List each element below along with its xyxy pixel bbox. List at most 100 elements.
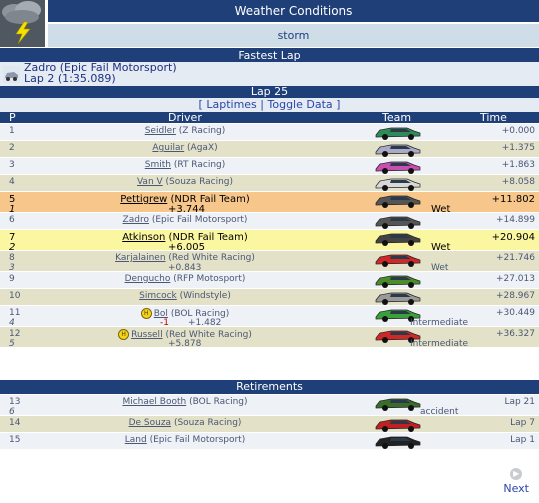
next-label: Next [503, 482, 529, 495]
driver-cell: Michael Booth (BOL Racing) [0, 397, 370, 407]
time-value: +11.802 [491, 194, 535, 205]
col-driver: Driver [168, 111, 202, 124]
driver-cell: Land (Epic Fail Motorsport) [0, 435, 370, 445]
table-row: 5 Pettigrew (NDR Fail Team) +11.802 1 +3.744… [0, 192, 539, 215]
table-row: 7 Atkinson (NDR Fail Team) +20.904 2 +6.005 W… [0, 230, 539, 253]
laptimes-link[interactable]: Laptimes [206, 98, 256, 111]
time-value: Lap 1 [510, 435, 535, 445]
team-car-icon [375, 398, 421, 411]
weather-title: Weather Conditions [48, 0, 539, 22]
driver-link[interactable]: De Souza [129, 418, 172, 428]
table-row: 10 Simcock (Windstyle) +28.967 [0, 289, 539, 305]
time-value: Lap 7 [510, 418, 535, 428]
driver-link[interactable]: Smith [145, 160, 171, 170]
team-car-icon [375, 436, 421, 449]
time-value: +1.863 [501, 160, 535, 170]
col-position: P [9, 111, 16, 124]
table-row: 15 Land (Epic Fail Motorsport) Lap 1 [0, 433, 539, 449]
driver-link[interactable]: Simcock [139, 291, 177, 301]
driver-cell: Zadro (Epic Fail Motorsport) [0, 215, 370, 225]
team-car-icon [375, 292, 421, 305]
driver-cell: H Bol (BOL Racing) [0, 308, 370, 319]
team-car-icon [375, 161, 421, 174]
weather-value: storm [48, 24, 539, 47]
driver-link[interactable]: Russell [131, 330, 162, 340]
driver-link[interactable]: Van V [137, 177, 163, 187]
lap-title: Lap 25 [0, 86, 539, 98]
driver-cell: De Souza (Souza Racing) [0, 418, 370, 428]
driver-link[interactable]: Aguilar [152, 143, 184, 153]
time-value: +28.967 [495, 291, 535, 301]
table-row: 8 Karjalainen (Red White Racing) +21.746 3 +… [0, 251, 539, 273]
team-name: (Red White Racing) [168, 253, 255, 263]
driver-link[interactable]: Seidler [145, 126, 176, 136]
time-value: +30.449 [495, 308, 535, 318]
next-arrow-icon: ▶ [510, 468, 523, 480]
lap-toolbar: [ Laptimes | Toggle Data ] [0, 98, 539, 112]
table-row: 14 De Souza (Souza Racing) Lap 7 [0, 416, 539, 432]
team-name: (RFP Motosport) [173, 274, 246, 284]
table-row: 12 H Russell (Red White Racing) +36.327 5 +5.… [0, 327, 539, 349]
table-row: 3 Smith (RT Racing) +1.863 [0, 158, 539, 174]
driver-cell: Van V (Souza Racing) [0, 177, 370, 187]
team-name: (Epic Fail Motorsport) [151, 215, 248, 225]
team-name: (RT Racing) [173, 160, 226, 170]
team-car-icon [375, 195, 421, 208]
driver-link[interactable]: Land [125, 435, 147, 445]
col-time: Time [480, 111, 507, 124]
class-gap: +5.878 [168, 339, 202, 349]
team-name: (AgaX) [187, 143, 218, 153]
team-car-icon [375, 178, 421, 191]
stopwatch-car-icon [3, 66, 20, 83]
col-team: Team [382, 111, 412, 124]
driver-link[interactable]: Michael Booth [122, 397, 186, 407]
team-name: (BOL Racing) [189, 397, 248, 407]
driver-cell: Karjalainen (Red White Racing) [0, 253, 370, 263]
team-name: (Z Racing) [178, 126, 226, 136]
driver-cell: Seidler (Z Racing) [0, 126, 370, 136]
toggle-data-link[interactable]: Toggle Data [268, 98, 333, 111]
team-car-icon [375, 144, 421, 157]
table-row: 9 Dengucho (RFP Motosport) +27.013 [0, 272, 539, 288]
table-row: 11 H Bol (BOL Racing) +30.449 4 -1 +1.482 Inter… [0, 306, 539, 328]
table-row: 2 Aguilar (AgaX) +1.375 [0, 141, 539, 157]
team-car-icon [375, 275, 421, 288]
team-name: (Epic Fail Motorsport) [149, 435, 246, 445]
team-name: (Windstyle) [179, 291, 231, 301]
table-row: 4 Van V (Souza Racing) +8.058 [0, 175, 539, 191]
results-header: P Driver Team Time [0, 112, 539, 123]
driver-cell: Simcock (Windstyle) [0, 291, 370, 301]
weather-panel: Weather Conditions storm [0, 0, 539, 47]
driver-link[interactable]: Karjalainen [115, 253, 165, 263]
time-value: +20.904 [491, 232, 535, 243]
driver-cell: Aguilar (AgaX) [0, 143, 370, 153]
team-car-icon [375, 216, 421, 229]
team-car-icon [375, 127, 421, 140]
tyre-type: Intermediate [410, 339, 469, 349]
driver-link[interactable]: Atkinson [122, 232, 165, 243]
table-row: 6 Zadro (Epic Fail Motorsport) +14.899 [0, 213, 539, 229]
driver-cell: Dengucho (RFP Motosport) [0, 274, 370, 284]
driver-link[interactable]: Dengucho [125, 274, 171, 284]
time-value: +36.327 [495, 329, 535, 339]
retirements-title: Retirements [0, 380, 539, 394]
time-value: Lap 21 [504, 397, 535, 407]
driver-link[interactable]: Pettigrew [120, 194, 167, 205]
table-row: 13 Michael Booth (BOL Racing) Lap 21 6 accid… [0, 395, 539, 417]
time-value: +1.375 [501, 143, 535, 153]
team-car-icon [375, 254, 421, 267]
team-name: (Souza Racing) [173, 418, 242, 428]
fastest-lap-time: Lap 2 (1:35.089) [24, 72, 116, 85]
time-value: +21.746 [495, 253, 535, 263]
pit-stop-icon: H [140, 308, 152, 319]
storm-icon [0, 0, 45, 47]
team-name: (Souza Racing) [165, 177, 234, 187]
driver-link[interactable]: Zadro [123, 215, 149, 225]
driver-cell: Smith (RT Racing) [0, 160, 370, 170]
next-button[interactable]: ▶ Next [503, 468, 529, 495]
pit-stop-icon: H [118, 329, 130, 340]
table-row: 1 Seidler (Z Racing) +0.000 [0, 124, 539, 140]
fastest-lap-panel: Zadro (Epic Fail Motorsport) Lap 2 (1:35… [0, 62, 539, 86]
team-car-icon [375, 419, 421, 432]
time-value: +14.899 [495, 215, 535, 225]
